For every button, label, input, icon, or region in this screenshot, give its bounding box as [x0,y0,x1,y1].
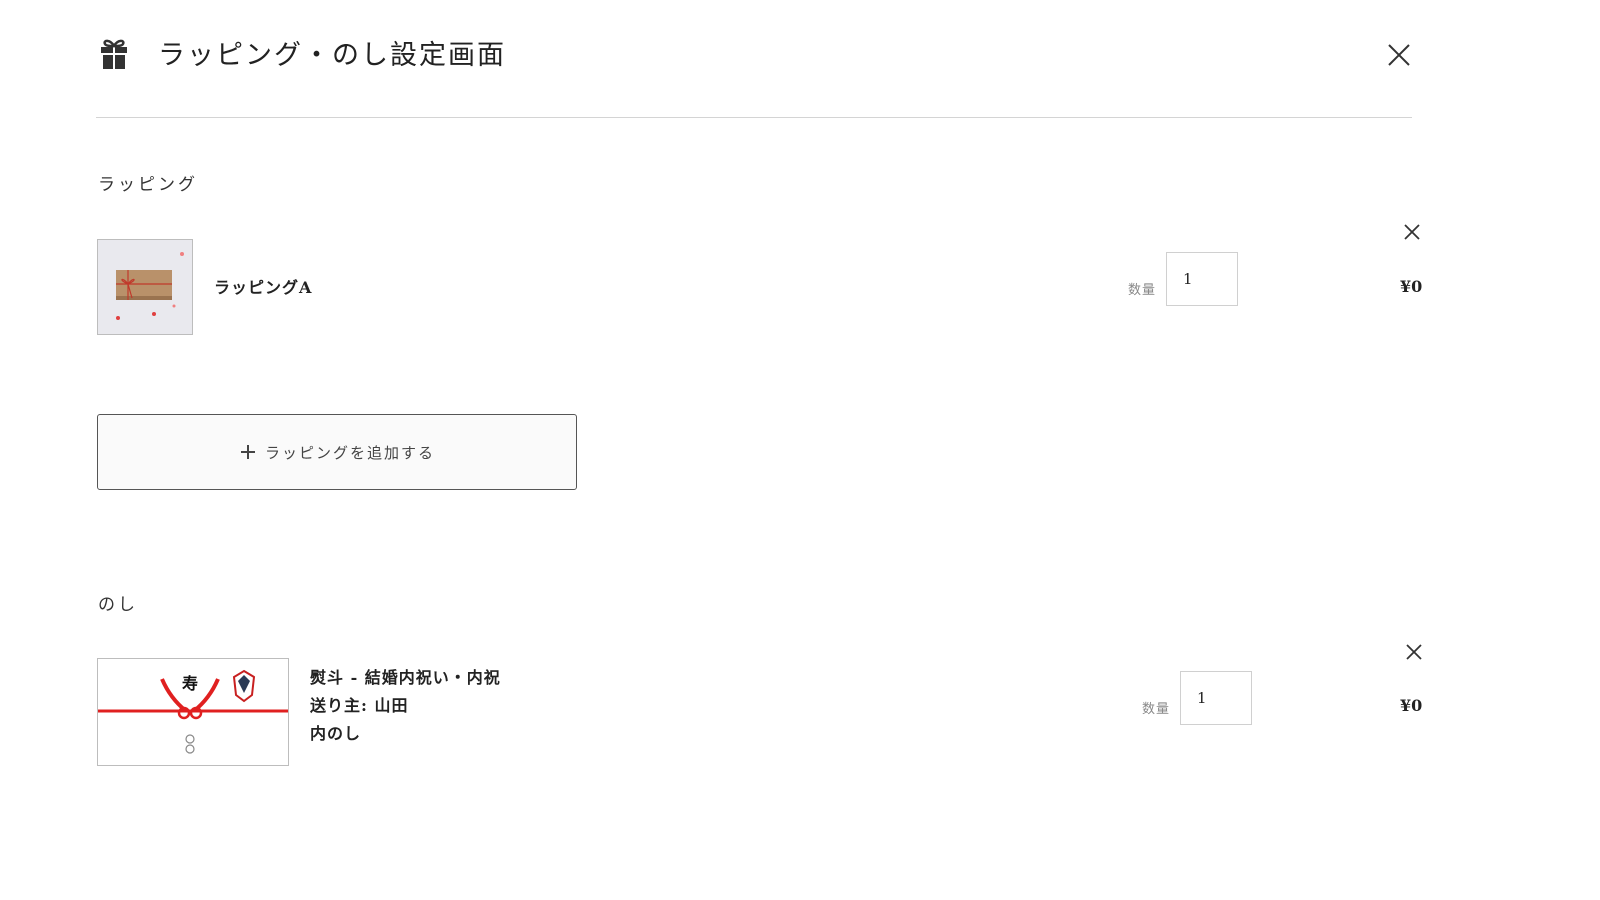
noshi-thumbnail: 寿 [97,658,289,766]
wrapping-item-name: ラッピングA [214,278,313,297]
noshi-qty-input[interactable] [1180,671,1252,725]
noshi-item-line-1: 熨斗 - 結婚内祝い・内祝 [310,668,501,687]
add-wrapping-button[interactable]: ラッピングを追加する [97,414,577,490]
noshi-section-label: のし [98,595,138,615]
noshi-price: ¥0 [1400,696,1423,715]
plus-icon [240,445,255,459]
add-wrapping-label: ラッピングを追加する [264,443,435,462]
page-title: ラッピング・のし設定画面 [158,40,506,71]
wrapping-remove-icon[interactable] [1402,222,1422,242]
noshi-image-text: 寿 [182,674,198,693]
wrapping-section-label: ラッピング [98,175,198,195]
noshi-qty-label: 数量 [1142,702,1171,717]
wrapping-qty-label: 数量 [1128,283,1157,298]
noshi-item-line-2: 送り主: 山田 [310,696,409,715]
wrapping-qty-input[interactable] [1166,252,1238,306]
noshi-image: 寿 [98,659,288,765]
close-icon[interactable] [1386,42,1412,68]
wrapping-gift-image [98,240,192,334]
noshi-item-line-3: 内のし [310,724,362,743]
gift-icon [101,39,127,69]
wrapping-price: ¥0 [1400,277,1423,296]
wrapping-thumbnail [97,239,193,335]
noshi-remove-icon[interactable] [1404,642,1424,662]
dialog-header: ラッピング・のし設定画面 [96,30,1412,118]
